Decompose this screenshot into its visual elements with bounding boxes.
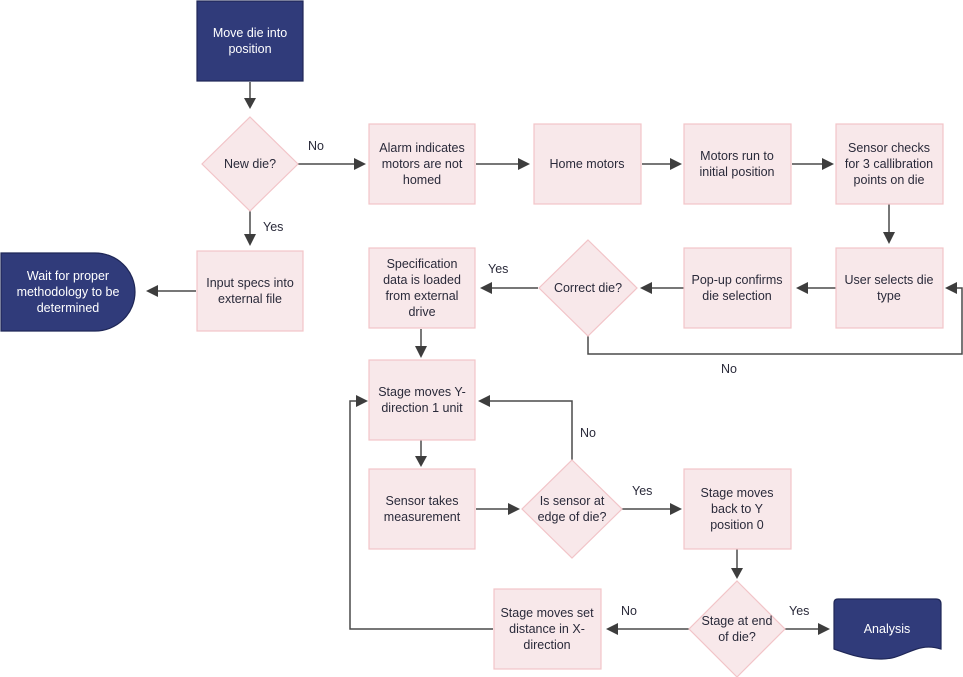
node-popup: Pop-up confirms die selection (683, 247, 792, 329)
node-motors-run: Motors run to initial position (683, 123, 792, 205)
node-label-line: methodology to be (17, 285, 120, 299)
arrowhead (508, 503, 520, 515)
node-label-line: Analysis (864, 622, 911, 636)
arrowhead (244, 98, 256, 109)
edge-edge-no (488, 400, 573, 460)
node-label-line: type (877, 289, 901, 303)
node-wait: Wait for proper methodology to be determin… (0, 252, 136, 332)
node-label: Home motors (549, 157, 624, 171)
node-stage-x: Stage moves set distance in X-direction (493, 588, 602, 670)
node-user-selects: User selects die type (835, 247, 944, 329)
node-label-line: determined (37, 301, 100, 315)
node-label-line: direction (523, 638, 570, 652)
arrowhead (731, 568, 743, 579)
node-label-line: Home motors (549, 157, 624, 171)
arrowhead (480, 282, 492, 294)
node-label-line: from external (386, 289, 459, 303)
arrowhead (518, 158, 530, 170)
arrowhead (354, 158, 366, 170)
node-label-line: direction 1 unit (381, 401, 463, 415)
label-end-no: No (621, 604, 637, 618)
arrowhead (415, 346, 427, 358)
node-label-line: edge of die? (538, 510, 607, 524)
node-label-line: motors are not (382, 157, 463, 171)
arrowhead (796, 282, 808, 294)
node-label-line: Sensor checks (848, 141, 930, 155)
arrowhead (670, 503, 682, 515)
arrowhead (640, 282, 652, 294)
node-label-line: Stage moves set (500, 606, 594, 620)
arrowhead (818, 623, 830, 635)
arrowhead (146, 285, 158, 297)
node-label: Correct die? (554, 281, 622, 295)
node-label-line: of die? (718, 630, 756, 644)
node-label-line: distance in X- (509, 622, 585, 636)
node-label-line: points on die (854, 173, 925, 187)
arrowhead (478, 395, 490, 407)
node-correct-die: Correct die? (538, 239, 638, 337)
label-correct-yes: Yes (488, 262, 508, 276)
arrowhead (883, 232, 895, 244)
node-edge-question: Is sensor at edge of die? (521, 459, 623, 559)
label-end-yes: Yes (789, 604, 809, 618)
node-label-line: Sensor takes (386, 494, 459, 508)
node-new-die: New die? (201, 116, 299, 212)
node-label-line: User selects die (845, 273, 934, 287)
node-analysis: Analysis (833, 598, 942, 660)
arrowhead (244, 234, 256, 246)
arrowhead (670, 158, 682, 170)
node-label-line: Stage moves (701, 486, 774, 500)
label-new-die-yes: Yes (263, 220, 283, 234)
node-home-motors: Home motors (533, 123, 642, 205)
node-spec-loaded: Specification data is loaded from external… (368, 247, 476, 329)
node-label: Stage moves back to Y position 0 (701, 486, 774, 532)
node-label-line: homed (403, 173, 441, 187)
flowchart-canvas: No Yes Yes No No Yes No Yes Move die int… (0, 0, 963, 677)
node-label-line: position (228, 42, 271, 56)
node-label-line: die selection (702, 289, 772, 303)
node-label-line: Move die into (213, 26, 287, 40)
node-label-line: external file (218, 292, 282, 306)
node-label-line: initial position (699, 165, 774, 179)
node-label-line: New die? (224, 157, 276, 171)
node-label-line: Specification (387, 257, 458, 271)
node-label: Analysis (864, 622, 911, 636)
node-label: New die? (224, 157, 276, 171)
node-alarm: Alarm indicates motors are not homed (368, 123, 476, 205)
label-new-die-no: No (308, 139, 324, 153)
node-label-line: for 3 callibration (845, 157, 933, 171)
node-label-line: Stage moves Y- (378, 385, 466, 399)
arrowhead (415, 456, 427, 467)
arrowhead (945, 282, 957, 294)
arrowhead (356, 395, 368, 407)
node-label-line: Input specs into (206, 276, 294, 290)
node-label-line: back to Y (711, 502, 764, 516)
node-sensor-checks: Sensor checks for 3 callibration points on… (835, 123, 944, 205)
node-label-line: position 0 (710, 518, 764, 532)
node-label-line: Pop-up confirms (691, 273, 782, 287)
node-label-line: Motors run to (700, 149, 774, 163)
label-edge-no: No (580, 426, 596, 440)
arrowhead (606, 623, 618, 635)
label-correct-no: No (721, 362, 737, 376)
node-label-line: data is loaded (383, 273, 461, 287)
node-label-line: drive (408, 305, 435, 319)
node-label-line: Stage at end (702, 614, 773, 628)
node-label-line: measurement (384, 510, 461, 524)
node-end-question: Stage at end of die? (688, 580, 786, 677)
label-edge-yes: Yes (632, 484, 652, 498)
arrowhead (822, 158, 834, 170)
node-label-line: Alarm indicates (379, 141, 464, 155)
node-stage-y: Stage moves Y-direction 1 unit (368, 359, 476, 441)
node-label: Sensor checks for 3 callibration points on… (845, 141, 933, 187)
node-label-line: Is sensor at (540, 494, 605, 508)
node-label-line: Wait for proper (27, 269, 109, 283)
node-label-line: Correct die? (554, 281, 622, 295)
node-input-specs: Input specs into external file (196, 250, 304, 332)
node-sensor-measurement: Sensor takes measurement (368, 468, 476, 550)
node-move-die: Move die into position (196, 0, 304, 82)
node-back-y0: Stage moves back to Y position 0 (683, 468, 792, 550)
